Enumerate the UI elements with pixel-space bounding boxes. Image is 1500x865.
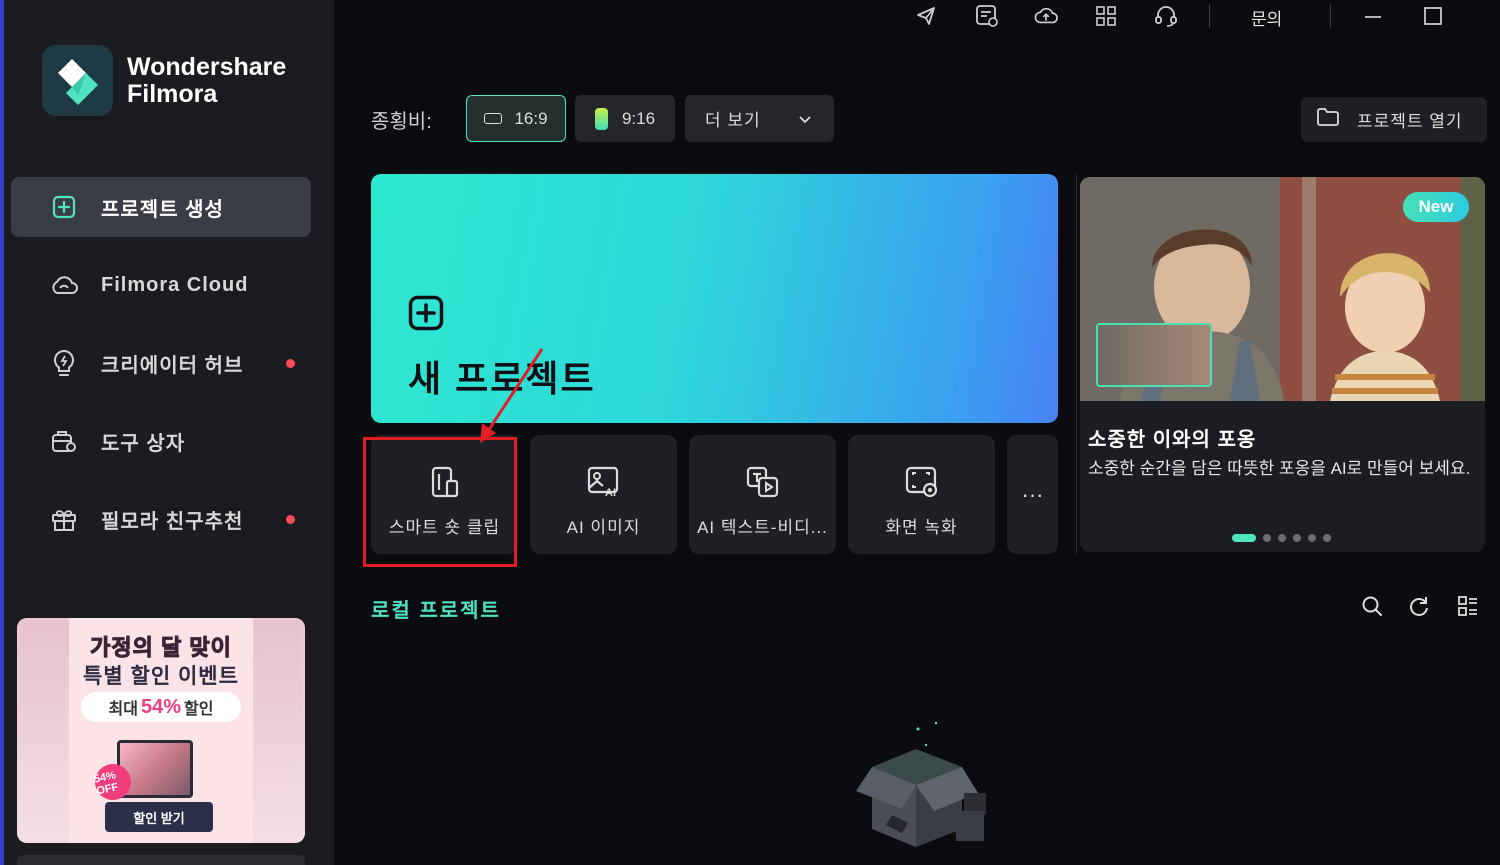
carousel-pager [1232, 534, 1338, 542]
search-icon[interactable] [1360, 594, 1384, 618]
promo-headline: 가정의 달 맞이 [90, 635, 232, 661]
tool-screen-record[interactable]: 화면 녹화 [848, 435, 995, 554]
feature-card[interactable]: New 소중한 이와의 포옹 소중한 순간을 담은 따뜻한 포옹을 AI로 만들… [1080, 177, 1485, 552]
sidebar-nav: 프로젝트 생성 Filmora Cloud 크리에이터 허브 도구 상자 필모라… [11, 177, 311, 567]
promo-background [251, 618, 305, 843]
more-aspect-dropdown[interactable]: 더 보기 [685, 95, 834, 142]
aspect-9-16-button[interactable]: 9:16 [575, 95, 675, 142]
notification-dot [286, 359, 295, 368]
brand-line2: Filmora [127, 79, 218, 108]
add-square-icon [49, 192, 79, 222]
smart-short-clip-icon [371, 465, 518, 499]
gift-icon [49, 504, 79, 534]
sidebar-item-toolbox[interactable]: 도구 상자 [11, 411, 311, 471]
tool-label: AI 이미지 [566, 518, 641, 537]
promo-discount-pill: 최대 54% 할인 [81, 692, 241, 722]
svg-text:AI: AI [605, 487, 616, 499]
tool-label: 화면 녹화 [885, 518, 958, 537]
aspect-ratio-label: 종횡비: [371, 111, 432, 133]
sidebar-footer [17, 855, 305, 865]
lightbulb-icon [49, 348, 79, 378]
tool-ai-image[interactable]: AI AI 이미지 [530, 435, 677, 554]
support-headset-icon[interactable] [1154, 4, 1178, 28]
aspect-option-label: 9:16 [621, 108, 656, 128]
promo-subheadline: 특별 할인 이벤트 [83, 665, 239, 688]
sidebar-item-referral[interactable]: 필모라 친구추천 [11, 489, 311, 549]
promo-banner[interactable]: 가정의 달 맞이 특별 할인 이벤트 최대 54% 할인 54% OFF 할인 … [17, 618, 305, 843]
pager-dot[interactable] [1293, 534, 1301, 542]
promo-card: 가정의 달 맞이 특별 할인 이벤트 최대 54% 할인 54% OFF 할인 … [69, 618, 253, 843]
open-project-label: 프로젝트 열기 [1357, 112, 1463, 131]
promo-pill-prefix: 최대 [108, 701, 138, 718]
more-tools-button[interactable]: ··· [1007, 435, 1058, 554]
sidebar-item-filmora-cloud[interactable]: Filmora Cloud [11, 255, 311, 315]
section-divider [1076, 174, 1077, 554]
add-square-icon [408, 295, 444, 336]
sidebar-item-label: 프로젝트 생성 [101, 198, 224, 221]
app-logo: Wondershare Filmora [42, 45, 286, 116]
screen-record-icon [848, 465, 995, 499]
annotation-arrow [480, 348, 544, 443]
view-toggle-icon[interactable] [1456, 594, 1480, 618]
promo-background [17, 618, 71, 843]
local-projects-title: 로컬 프로젝트 [371, 600, 501, 622]
tool-label: 스마트 숏 클립 [388, 518, 501, 537]
pager-dot[interactable] [1323, 534, 1331, 542]
sidebar: Wondershare Filmora 프로젝트 생성 Filmora Clou… [4, 0, 334, 865]
sidebar-item-label: 필모라 친구추천 [101, 510, 244, 533]
feature-image: New [1080, 177, 1485, 401]
feature-description: 소중한 순간을 담은 따뜻한 포옹을 AI로 만들어 보세요. [1088, 459, 1471, 478]
sidebar-item-label: Filmora Cloud [101, 273, 249, 296]
apps-grid-icon[interactable] [1094, 4, 1118, 28]
ai-image-icon: AI [530, 465, 677, 499]
inquiry-button[interactable]: 문의 [1251, 5, 1282, 30]
sidebar-item-create-project[interactable]: 프로젝트 생성 [11, 177, 311, 237]
promo-pill-suffix: 할인 [184, 701, 214, 718]
sidebar-item-label: 크리에이터 허브 [101, 354, 244, 377]
portrait-icon [594, 107, 608, 130]
toolbar-divider [1209, 4, 1210, 28]
more-aspect-label: 더 보기 [705, 111, 761, 130]
chevron-down-icon [799, 109, 811, 129]
news-icon[interactable] [975, 4, 999, 28]
promo-claim-button[interactable]: 할인 받기 [105, 802, 213, 832]
aspect-16-9-button[interactable]: 16:9 [466, 95, 566, 142]
maximize-icon[interactable] [1421, 4, 1445, 28]
pager-dot[interactable] [1263, 534, 1271, 542]
folder-icon [1317, 108, 1339, 131]
tool-smart-short-clip[interactable]: 스마트 숏 클립 [371, 435, 518, 554]
new-badge: New [1403, 192, 1469, 222]
pager-dot-active[interactable] [1232, 534, 1256, 542]
tool-label: AI 텍스트-비디... [697, 518, 828, 537]
aspect-option-label: 16:9 [514, 108, 548, 128]
feature-thumbnail [1096, 323, 1212, 387]
promo-pill-percent: 54% [140, 695, 182, 718]
cloud-upload-icon[interactable] [1034, 4, 1058, 28]
toolbox-icon [49, 426, 79, 456]
empty-box-icon [852, 715, 1002, 865]
cloud-icon [49, 270, 79, 300]
pager-dot[interactable] [1308, 534, 1316, 542]
open-project-button[interactable]: 프로젝트 열기 [1301, 97, 1487, 142]
sidebar-item-label: 도구 상자 [101, 432, 186, 455]
landscape-icon [484, 113, 503, 124]
filmora-logo-icon [42, 45, 113, 116]
refresh-icon[interactable] [1407, 594, 1431, 618]
minimize-icon[interactable] [1361, 4, 1385, 28]
brand-name: Wondershare Filmora [127, 52, 287, 108]
ai-text-to-video-icon [689, 465, 836, 499]
send-feedback-icon[interactable] [914, 4, 938, 28]
tool-ai-text-to-video[interactable]: AI 텍스트-비디... [689, 435, 836, 554]
notification-dot [286, 515, 295, 524]
toolbar-divider [1330, 4, 1331, 28]
sidebar-item-creator-hub[interactable]: 크리에이터 허브 [11, 333, 311, 393]
brand-line1: Wondershare [127, 52, 287, 81]
pager-dot[interactable] [1278, 534, 1286, 542]
feature-title: 소중한 이와의 포옹 [1088, 429, 1257, 451]
